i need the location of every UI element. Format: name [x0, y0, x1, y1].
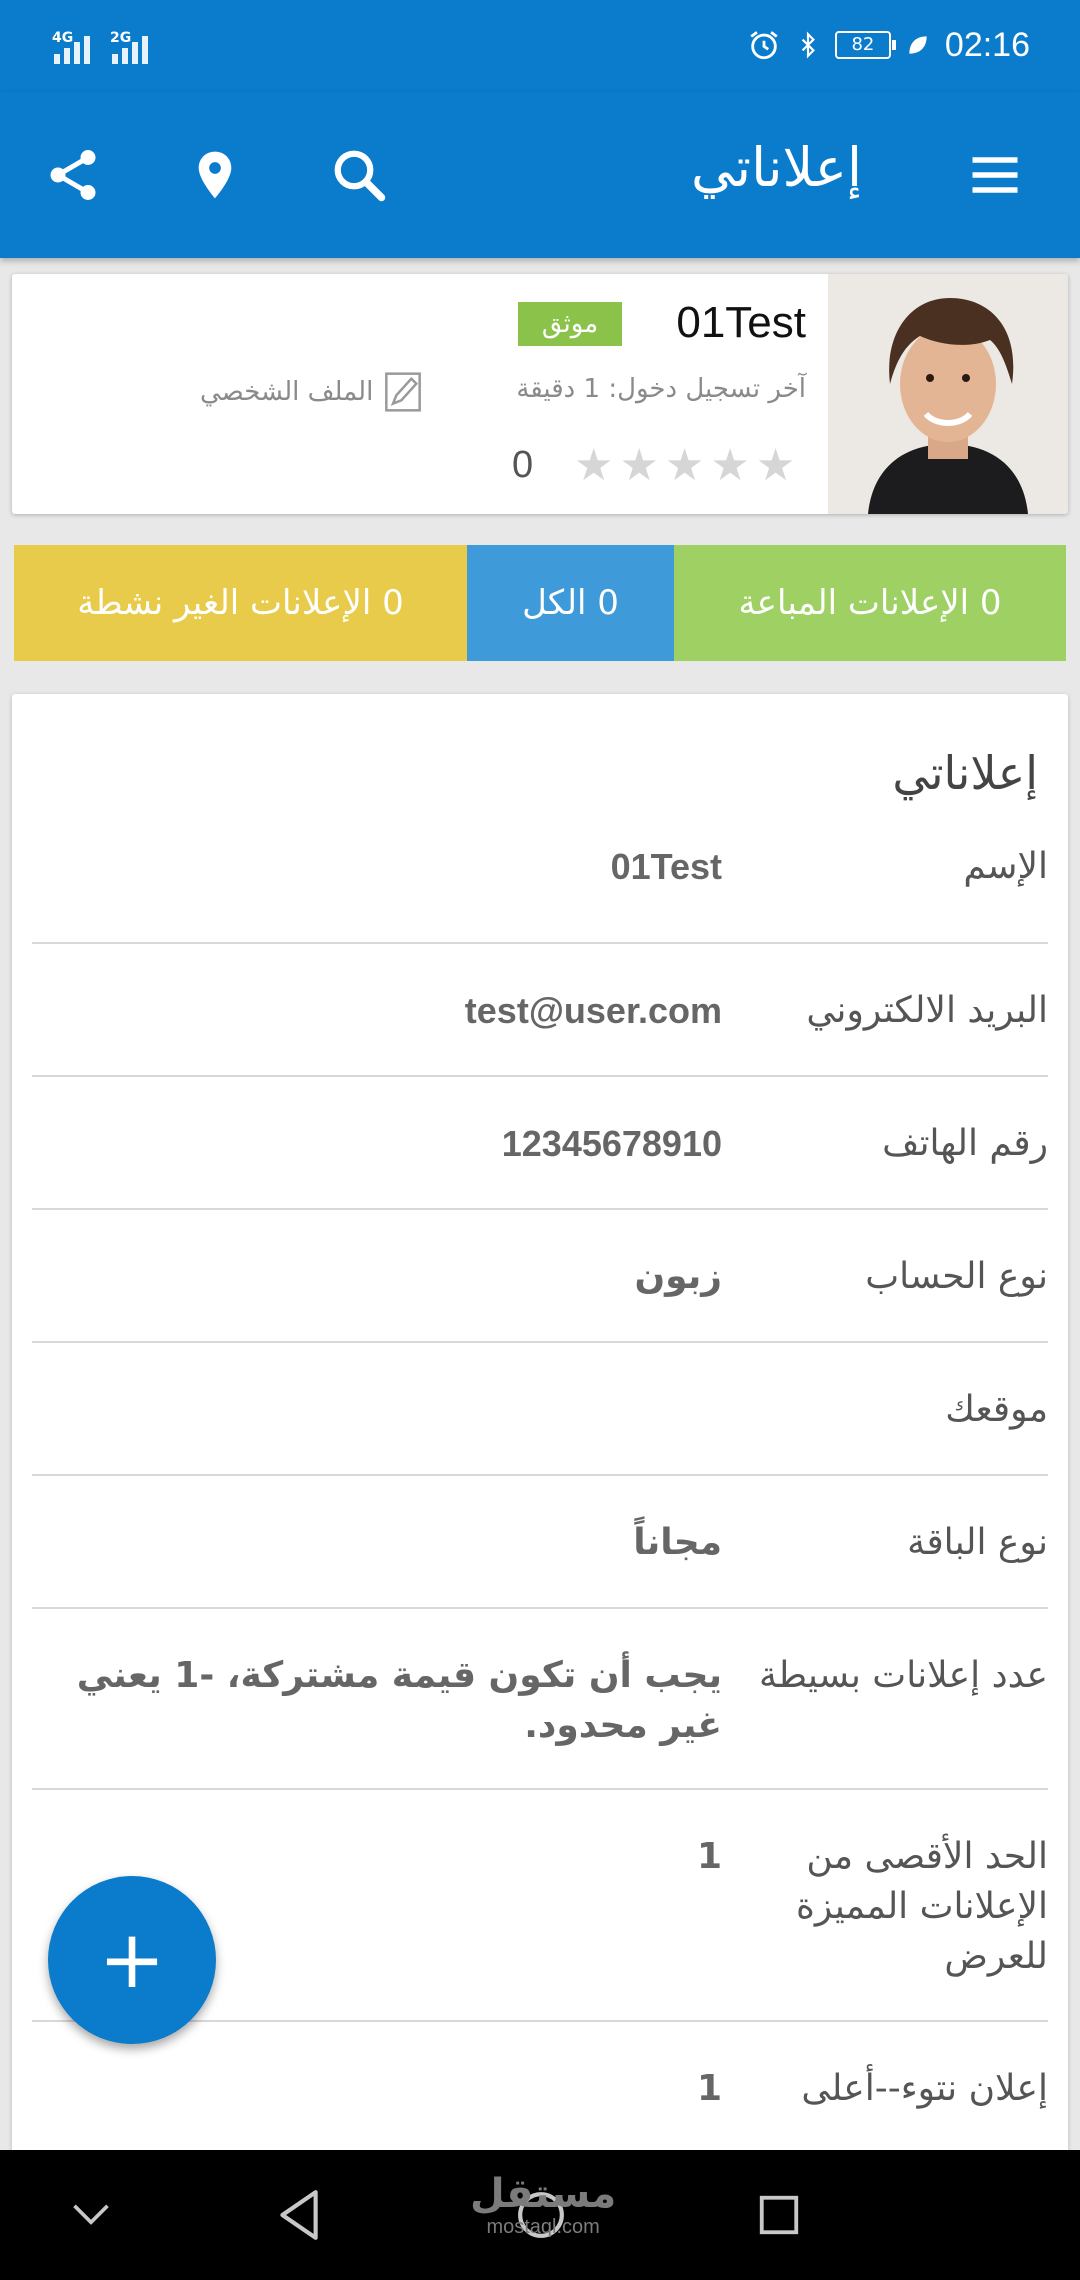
profile-name: 01Test — [676, 298, 806, 347]
star-icon: ★ — [710, 440, 750, 491]
row-value: test@user.com — [464, 990, 722, 1031]
row-value: 12345678910 — [501, 1123, 722, 1164]
detail-row-simple-ads: عدد إعلانات بسيطة يجب أن تكون قيمة مشترك… — [32, 1609, 1048, 1790]
detail-row-name: الإسم 01Test — [32, 824, 1048, 944]
star-icon: ★ — [574, 440, 614, 491]
star-icon: ★ — [664, 440, 705, 491]
leaf-icon — [909, 36, 927, 54]
network-type-label: 4G — [52, 30, 74, 46]
detail-row-account-type: نوع الحساب زبون — [32, 1210, 1048, 1343]
profile-link-label: الملف الشخصي — [200, 377, 374, 407]
row-label: موقعك — [945, 1389, 1048, 1430]
battery-icon: 82 — [834, 31, 896, 59]
profile-card: 01Test موثق آخر تسجيل دخول: 1 دقيقة المل… — [12, 274, 1068, 514]
row-label: البريد الالكتروني — [806, 990, 1048, 1031]
watermark-text: مستقل — [470, 2171, 617, 2217]
system-nav-bar: مستقل mostaql.com — [0, 2150, 1080, 2280]
row-label: رقم الهاتف — [882, 1123, 1048, 1164]
share-icon[interactable] — [38, 140, 108, 210]
row-label: الحد الأقصى من الإعلانات المميزة للعرض — [796, 1836, 1048, 1977]
edit-icon — [385, 372, 422, 412]
watermark-url: mostaql.com — [486, 2216, 600, 2238]
page-title: إعلاناتي — [691, 136, 862, 199]
detail-row-bump-up: إعلان نتوء--أعلى 1 — [32, 2022, 1048, 2154]
row-value: 01Test — [610, 846, 722, 887]
inactive-ads-tab[interactable]: 0 الإعلانات الغير نشطة — [14, 545, 467, 661]
detail-row-package: نوع الباقة مجاناً — [32, 1476, 1048, 1609]
profile-link[interactable]: الملف الشخصي — [200, 370, 423, 414]
location-pin-icon[interactable] — [180, 140, 250, 210]
row-value: زبون — [634, 1256, 722, 1297]
menu-icon[interactable] — [960, 140, 1030, 210]
avatar — [828, 274, 1068, 514]
verified-badge: موثق — [518, 302, 622, 346]
row-label: الإسم — [963, 846, 1048, 887]
status-right: 82 02:16 — [747, 22, 1030, 68]
row-label: نوع الباقة — [907, 1522, 1048, 1563]
rating-stars: ★ ★ ★ ★ ★ — [574, 444, 795, 488]
last-login-text: آخر تسجيل دخول: 1 دقيقة — [516, 374, 806, 404]
signal-indicators: 4G 2G — [52, 20, 148, 64]
row-label: عدد إعلانات بسيطة — [759, 1655, 1048, 1696]
row-value: 1 — [696, 1836, 722, 1877]
bluetooth-icon — [801, 31, 815, 59]
alarm-icon — [750, 31, 778, 60]
watermark-logo: مستقل mostaql.com — [470, 2172, 616, 2238]
search-icon[interactable] — [324, 140, 394, 210]
all-ads-tab[interactable]: 0 الكل — [467, 545, 674, 661]
sold-ads-tab[interactable]: 0 الإعلانات المباعة — [674, 545, 1066, 661]
recents-icon[interactable] — [744, 2180, 814, 2250]
row-label: إعلان نتوء--أعلى — [801, 2068, 1048, 2109]
row-label: نوع الحساب — [865, 1256, 1048, 1297]
row-value: 1 — [696, 2068, 722, 2109]
detail-row-phone: رقم الهاتف 12345678910 — [32, 1077, 1048, 1210]
app-bar: إعلاناتي — [0, 92, 1080, 258]
ads-stats-bar: 0 الإعلانات الغير نشطة 0 الكل 0 الإعلانا… — [14, 545, 1066, 661]
detail-row-email: البريد الالكتروني test@user.com — [32, 944, 1048, 1077]
star-icon: ★ — [755, 440, 796, 491]
network-type-label: 2G — [110, 30, 132, 46]
chevron-down-icon[interactable] — [56, 2180, 126, 2250]
details-title: إعلاناتي — [892, 746, 1038, 800]
row-value: يجب أن تكون قيمة مشتركة، -1 يعني غير محد… — [76, 1655, 722, 1746]
row-value: مجاناً — [633, 1522, 722, 1563]
clock: 02:16 — [944, 25, 1030, 64]
star-icon: ★ — [619, 440, 659, 491]
detail-row-location: موقعك — [32, 1343, 1048, 1476]
signal-2g-icon: 2G — [110, 30, 148, 64]
rating-value: 0 — [512, 444, 534, 486]
signal-4g-icon: 4G — [52, 30, 90, 64]
back-icon[interactable] — [264, 2180, 334, 2250]
status-bar: 4G 2G 82 02:16 — [0, 0, 1080, 92]
add-ad-button[interactable]: + — [48, 1876, 216, 2044]
